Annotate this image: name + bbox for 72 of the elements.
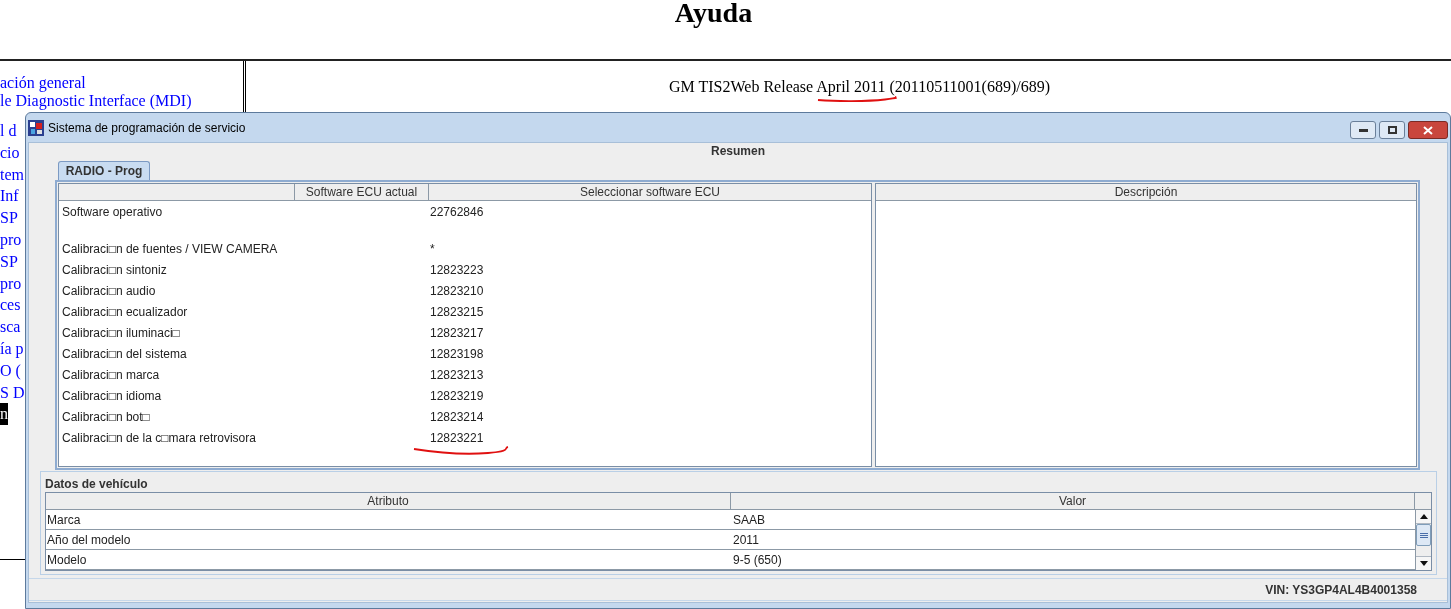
nav-link[interactable]: pro (0, 272, 22, 295)
nav-link[interactable]: pro (0, 229, 22, 251)
table-cell-text: 12823219 (429, 387, 484, 405)
column-header: Seleccionar software ECU (578, 184, 722, 200)
nav-link[interactable]: le Diagnostic Interface (MDI) (0, 92, 192, 110)
table-cell: Calibraci□n marca (62, 367, 160, 382)
tab[interactable]: RADIO - Prog (58, 161, 150, 180)
vin-label: VIN: YS3GP4AL4B4001358 (1265, 581, 1417, 599)
table-cell-text: 12823210 (429, 282, 484, 300)
table-cell-text: 12823215 (429, 303, 484, 321)
column-header: Descripción (1113, 184, 1179, 200)
table-cell-text: 12823213 (429, 366, 484, 384)
table-cell: Calibraci□n de la c□mara retrovisora (62, 430, 256, 445)
nav-link[interactable]: SP (0, 207, 18, 229)
nav-link[interactable]: tem (0, 163, 24, 186)
column-header: Software ECU actual (295, 184, 429, 200)
nav-link[interactable]: SP (0, 250, 18, 273)
table-cell: Calibraci□n de fuentes / VIEW CAMERA (62, 241, 278, 256)
scroll-up-button[interactable] (1416, 510, 1431, 524)
scrollbar[interactable] (1415, 510, 1431, 570)
scrollbar-thumb[interactable] (1416, 524, 1431, 546)
nav-link[interactable]: l d (0, 120, 17, 142)
table-cell: Año del modelo (47, 532, 131, 547)
table-cell-text: 2011 (732, 531, 759, 549)
summary-heading: Resumen (711, 143, 765, 159)
table-cell-text: * (429, 240, 435, 258)
table-cell: Calibraci□n ecualizador (62, 304, 188, 319)
table-cell-text: 12823198 (429, 345, 484, 363)
nav-link[interactable]: O ( (0, 359, 21, 382)
maximize-button[interactable] (1379, 121, 1405, 139)
column-header: Atributo (46, 493, 731, 509)
nav-link[interactable]: ía p (0, 337, 24, 360)
minimize-icon (1358, 128, 1368, 132)
table-cell-text: 12823223 (429, 261, 484, 279)
nav-link[interactable]: n (0, 403, 8, 426)
table-cell: Calibraci□n audio (62, 283, 156, 298)
table-cell: Calibraci□n del sistema (62, 346, 187, 361)
maximize-icon (1387, 126, 1397, 134)
table-cell-text: 22762846 (429, 203, 484, 221)
table-cell: Calibraci□n bot□ (62, 409, 150, 424)
table-cell: Calibraci□n iluminaci□ (62, 325, 180, 340)
page-title: Ayuda (674, 0, 753, 26)
table-cell-text: SAAB (732, 511, 765, 529)
hand-drawn-underline-icon (413, 446, 509, 456)
hand-drawn-underline-icon (817, 96, 897, 102)
nav-link[interactable]: cio (0, 141, 20, 164)
window-title: Sistema de programación de servicio (48, 121, 246, 135)
table-cell-text: 9-5 (650) (732, 551, 782, 569)
caret-down-icon (1419, 561, 1428, 566)
nav-link[interactable]: S D (0, 381, 25, 404)
release-info: GM TIS2Web Release April 2011 (20110511001(689)/689) (669, 79, 1051, 95)
close-icon (1423, 125, 1433, 135)
table-cell: Software operativo (62, 204, 163, 219)
table-cell: Calibraci□n idioma (62, 388, 162, 403)
table-cell-text: 12823217 (429, 324, 484, 342)
caret-up-icon (1419, 514, 1428, 519)
column-header: Valor (731, 493, 1415, 509)
scroll-down-button[interactable] (1416, 556, 1431, 570)
group-title: Datos de vehículo (45, 477, 148, 491)
grip-icon (1419, 532, 1428, 538)
nav-link[interactable]: ación general (0, 74, 86, 92)
table-cell-text: 12823214 (429, 408, 484, 426)
table-cell: Marca (47, 512, 81, 527)
table-cell: Calibraci□n sintoniz (62, 262, 167, 277)
nav-link[interactable]: Inf (0, 185, 19, 208)
minimize-button[interactable] (1350, 121, 1376, 139)
table-cell: Modelo (47, 552, 87, 567)
nav-link[interactable]: ces (0, 294, 21, 317)
close-button[interactable] (1408, 121, 1448, 139)
nav-link[interactable]: sca (0, 316, 21, 338)
table-cell-text: 12823221 (429, 429, 484, 447)
app-icon (28, 120, 44, 136)
